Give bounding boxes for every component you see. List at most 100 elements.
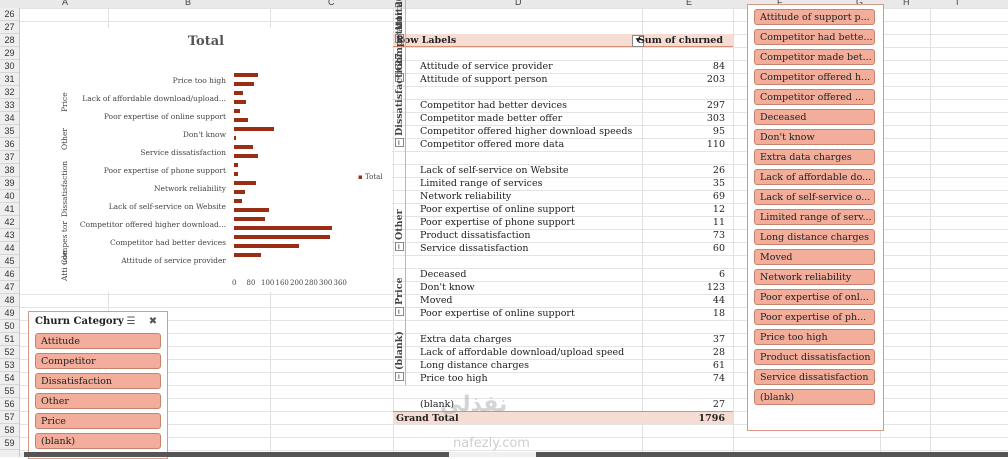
slicer-item[interactable]: Extra data charges [754, 149, 875, 165]
row-number[interactable]: 47 [0, 281, 19, 294]
pivot-row[interactable]: Poor expertise of online support 18 [393, 307, 733, 320]
row-number[interactable]: 53 [0, 359, 19, 372]
chart-bar[interactable] [234, 235, 330, 239]
column-header-a[interactable]: A [62, 0, 68, 7]
pivot-row[interactable]: Don't know 123 [393, 281, 733, 294]
row-number[interactable]: 36 [0, 138, 19, 151]
row-number[interactable]: 54 [0, 372, 19, 385]
pivot-row[interactable]: Moved 44 [393, 294, 733, 307]
pivot-row[interactable]: Poor expertise of phone support 11 [393, 216, 733, 229]
clear-filter-icon[interactable]: ✖ [147, 316, 159, 327]
row-number[interactable]: 43 [0, 229, 19, 242]
row-number[interactable]: 57 [0, 411, 19, 424]
slicer-item[interactable]: Lack of affordable do... [754, 169, 875, 185]
chart-bar[interactable] [234, 136, 236, 140]
row-number[interactable]: 45 [0, 255, 19, 268]
row-number[interactable]: 58 [0, 424, 19, 437]
chart-bar[interactable] [234, 73, 258, 77]
chart-bar[interactable] [234, 172, 238, 176]
row-number[interactable]: 37 [0, 151, 19, 164]
column-header-h[interactable]: H [903, 0, 910, 7]
row-number[interactable]: 51 [0, 333, 19, 346]
row-number[interactable]: 31 [0, 73, 19, 86]
column-header-i[interactable]: I [956, 0, 959, 7]
slicer-churn-reason[interactable]: Attitude of support p... Competitor had b… [747, 4, 884, 431]
row-number[interactable]: 38 [0, 164, 19, 177]
chart-bar[interactable] [234, 154, 258, 158]
row-number[interactable]: 44 [0, 242, 19, 255]
chart-bar[interactable] [234, 100, 246, 104]
chart-bar[interactable] [234, 109, 240, 113]
row-number[interactable]: 39 [0, 177, 19, 190]
pivot-group-row[interactable]: − (blank) 27 [393, 45, 406, 385]
pivot-row[interactable]: Product dissatisfaction 73 [393, 229, 733, 242]
chart-bar[interactable] [234, 82, 254, 86]
row-number[interactable]: 56 [0, 398, 19, 411]
row-number[interactable]: 48 [0, 294, 19, 307]
row-number[interactable]: 34 [0, 112, 19, 125]
slicer-item[interactable]: Competitor offered h... [754, 69, 875, 85]
slicer-item[interactable]: Deceased [754, 109, 875, 125]
row-number[interactable]: 41 [0, 203, 19, 216]
chart-bar[interactable] [234, 208, 270, 212]
pivot-row[interactable]: Competitor offered higher download speed… [393, 125, 733, 138]
column-header-c[interactable]: C [328, 0, 335, 7]
pivot-row[interactable]: Service dissatisfaction 60 [393, 242, 733, 255]
pivot-row[interactable]: Poor expertise of online support 12 [393, 203, 733, 216]
row-number[interactable]: 32 [0, 86, 19, 99]
slicer-item[interactable]: Lack of self-service o... [754, 189, 875, 205]
row-number[interactable]: 35 [0, 125, 19, 138]
pivot-row[interactable]: Long distance charges 61 [393, 359, 733, 372]
chart-bar[interactable] [234, 91, 244, 95]
slicer-item[interactable]: Price too high [754, 329, 875, 345]
collapse-icon[interactable]: − [394, 372, 404, 381]
slicer-item[interactable]: Dissatisfaction [35, 373, 161, 389]
slicer-item[interactable]: Limited range of serv... [754, 209, 875, 225]
slicer-item[interactable]: Competitor [35, 353, 161, 369]
chart-bar[interactable] [234, 190, 246, 194]
slicer-item[interactable]: Attitude of support p... [754, 9, 875, 25]
slicer-churn-category[interactable]: Churn Category ☰ ✖ Attitude Competitor Dis… [28, 311, 168, 459]
chart-bar[interactable] [234, 181, 257, 185]
slicer-item[interactable]: Poor expertise of ph... [754, 309, 875, 325]
row-number[interactable]: 46 [0, 268, 19, 281]
pivot-row[interactable]: Deceased 6 [393, 268, 733, 281]
row-number[interactable]: 40 [0, 190, 19, 203]
pivot-row[interactable]: Extra data charges 37 [393, 333, 733, 346]
row-number[interactable]: 29 [0, 47, 19, 60]
row-number[interactable]: 27 [0, 21, 19, 34]
slicer-item[interactable]: Network reliability [754, 269, 875, 285]
pivot-row[interactable]: Price too high 74 [393, 372, 733, 385]
slicer-item[interactable]: Moved [754, 249, 875, 265]
slicer-item[interactable]: Other [35, 393, 161, 409]
multi-select-icon[interactable]: ☰ [125, 316, 137, 327]
row-number[interactable]: 49 [0, 307, 19, 320]
row-number[interactable]: 26 [0, 8, 19, 21]
row-number[interactable]: 55 [0, 385, 19, 398]
chart-bar[interactable] [234, 163, 238, 167]
pivot-row[interactable]: Attitude of support person 203 [393, 73, 733, 86]
slicer-item[interactable]: Competitor made bet... [754, 49, 875, 65]
row-number[interactable]: 59 [0, 437, 19, 450]
horizontal-scroll-thumb[interactable] [24, 452, 449, 457]
slicer-item[interactable]: Don't know [754, 129, 875, 145]
column-header-d[interactable]: D [515, 0, 522, 7]
slicer-item[interactable]: Poor expertise of onl... [754, 289, 875, 305]
chart-bar[interactable] [234, 217, 265, 221]
slicer-item[interactable]: Service dissatisfaction [754, 369, 875, 385]
slicer-item[interactable]: Attitude [35, 333, 161, 349]
slicer-item[interactable]: Product dissatisfaction [754, 349, 875, 365]
row-number[interactable]: 50 [0, 320, 19, 333]
slicer-item[interactable]: Competitor had bette... [754, 29, 875, 45]
pivot-row[interactable]: Lack of self-service on Website 26 [393, 164, 733, 177]
chart-bar[interactable] [234, 244, 300, 248]
row-number[interactable]: 52 [0, 346, 19, 359]
column-header-b[interactable]: B [185, 0, 191, 7]
horizontal-scroll-thumb-2[interactable] [536, 452, 1008, 457]
pivot-row[interactable]: Lack of affordable download/upload speed… [393, 346, 733, 359]
chart-bar[interactable] [234, 145, 254, 149]
row-number[interactable]: 28 [0, 34, 19, 47]
slicer-item[interactable]: Price [35, 413, 161, 429]
column-header-e[interactable]: E [686, 0, 692, 7]
pivot-row[interactable]: Limited range of services 35 [393, 177, 733, 190]
